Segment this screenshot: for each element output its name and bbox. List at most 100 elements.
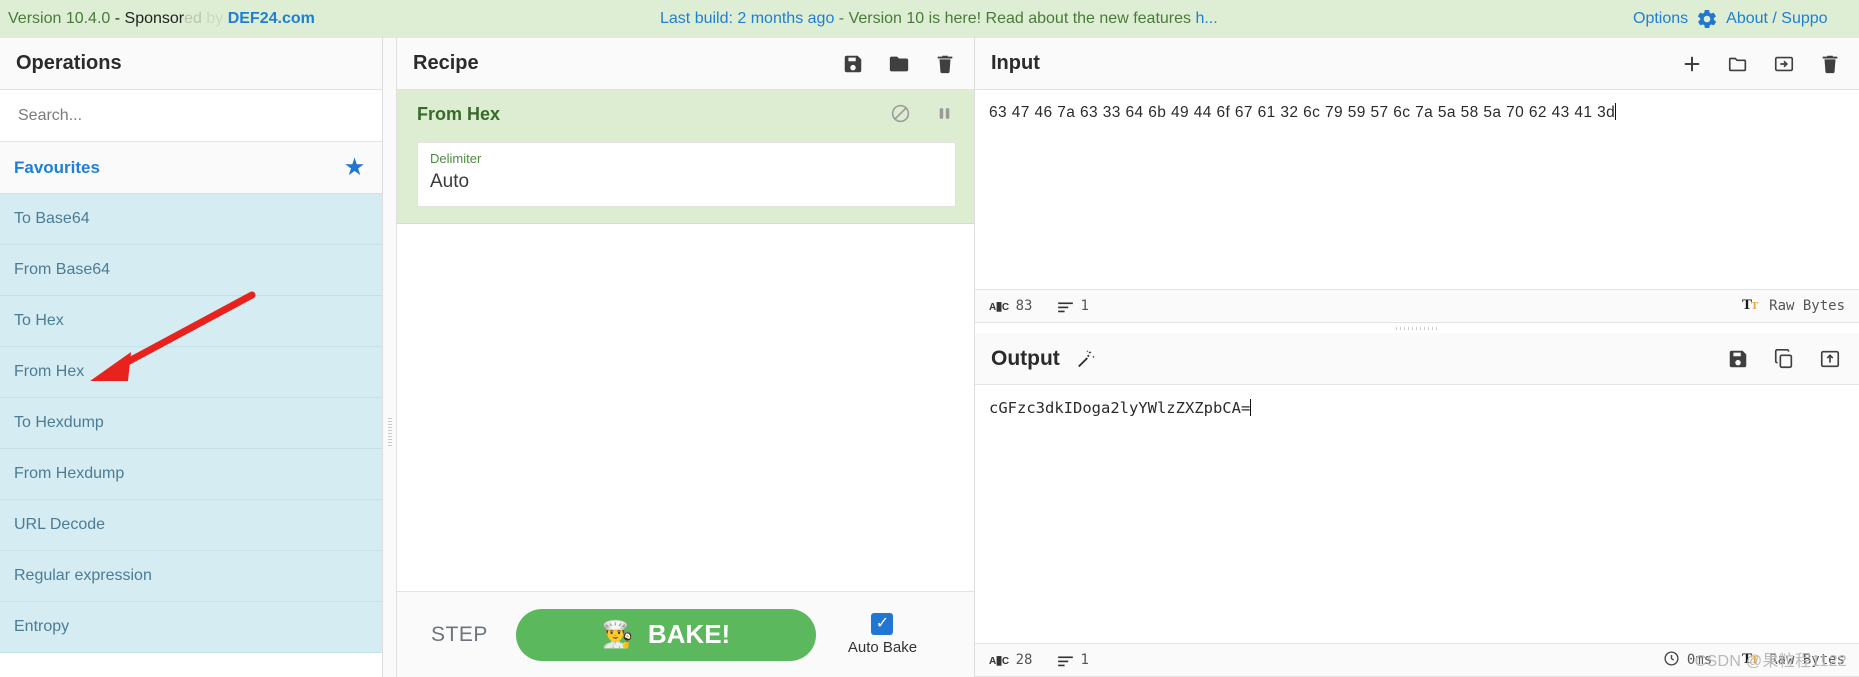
input-lines: 1 <box>1080 298 1089 314</box>
io-splitter-grip <box>1396 326 1438 330</box>
operations-search[interactable] <box>0 90 382 142</box>
recipe-operation-header: From Hex <box>397 90 974 138</box>
splitter-grip <box>387 418 392 446</box>
clear-recipe-icon[interactable] <box>934 53 956 75</box>
operation-item-from-hex[interactable]: From Hex <box>0 347 382 398</box>
star-icon[interactable]: ★ <box>345 155 364 180</box>
input-value: 63 47 46 7a 63 33 64 6b 49 44 6f 67 61 3… <box>989 104 1616 121</box>
bake-controls: STEP 👨‍🍳 BAKE! ✓ Auto Bake <box>397 591 974 677</box>
ingredient-label: Delimiter <box>430 151 482 166</box>
operation-item-url-decode[interactable]: URL Decode <box>0 500 382 551</box>
io-panel: Input 63 47 46 7a 63 33 64 6b 49 44 6f 6… <box>975 38 1859 677</box>
ingredient-value[interactable]: Auto <box>430 168 943 197</box>
operation-item-regular-expression[interactable]: Regular expression <box>0 551 382 602</box>
operation-item-from-hexdump[interactable]: From Hexdump <box>0 449 382 500</box>
add-input-tab-icon[interactable] <box>1681 53 1703 75</box>
version-label: Version 10.4.0 <box>8 10 111 27</box>
output-value: cGFzc3dkIDoga2lyYWlzZXZpbCA= <box>989 399 1251 417</box>
last-build-link[interactable]: Last build: 2 months ago <box>660 10 834 27</box>
operation-label: To Hexdump <box>14 414 104 431</box>
bake-button[interactable]: 👨‍🍳 BAKE! <box>515 608 816 661</box>
auto-bake-control[interactable]: ✓ Auto Bake <box>834 613 917 656</box>
io-splitter[interactable] <box>975 323 1859 333</box>
news-middle-text: - Version 10 is here! Read about the new… <box>834 10 1196 27</box>
save-output-icon[interactable] <box>1727 348 1749 370</box>
sponsor-link[interactable]: DEF24.com <box>228 10 315 27</box>
bake-label: BAKE! <box>647 619 731 649</box>
favourites-label: Favourites <box>14 157 100 177</box>
input-lines-group: 1 <box>1058 298 1089 314</box>
chef-icon: 👨‍🍳 <box>601 619 634 649</box>
copy-output-icon[interactable] <box>1773 348 1795 370</box>
output-lines: 1 <box>1080 652 1089 668</box>
top-banner: Version 10.4.0 - Sponsored by DEF24.com … <box>0 0 1859 38</box>
sponsored-text-c: by <box>201 10 228 27</box>
search-input[interactable] <box>16 105 366 126</box>
recipe-toolbar <box>842 53 956 75</box>
save-recipe-icon[interactable] <box>842 53 864 75</box>
recipe-splitter[interactable] <box>383 38 397 677</box>
sponsor-dash: - <box>110 10 125 27</box>
input-status-bar: A▮C 83 1 TT Raw Bytes <box>975 289 1859 323</box>
watermark: CSDN @果粒程1122 <box>1694 653 1847 670</box>
gear-icon[interactable] <box>1696 8 1718 30</box>
open-folder-icon[interactable] <box>1727 53 1749 75</box>
recipe-panel: Recipe From Hex <box>397 38 975 677</box>
ingredient-delimiter[interactable]: Delimiter Auto <box>417 142 956 207</box>
input-encoding-group[interactable]: TT Raw Bytes <box>1742 296 1845 316</box>
operation-item-from-base64[interactable]: From Base64 <box>0 245 382 296</box>
lines-icon <box>1058 655 1074 666</box>
font-icon: TT <box>1742 296 1762 316</box>
operation-label: From Hexdump <box>14 465 125 482</box>
operation-item-to-hexdump[interactable]: To Hexdump <box>0 398 382 449</box>
sponsored-text-a: Sponsor <box>124 10 185 27</box>
operation-label: To Base64 <box>14 210 90 227</box>
output-header: Output <box>975 333 1859 385</box>
auto-bake-checkbox[interactable]: ✓ <box>871 613 894 635</box>
operation-label: From Base64 <box>14 261 111 278</box>
about-support-button[interactable]: About / Suppo <box>1726 10 1827 28</box>
favourites-header[interactable]: Favourites ★ <box>0 142 382 194</box>
recipe-header: Recipe <box>397 38 974 90</box>
banner-version-sponsor: Version 10.4.0 - Sponsored by DEF24.com <box>8 10 315 28</box>
operation-item-to-hex[interactable]: To Hex <box>0 296 382 347</box>
output-lines-group: 1 <box>1058 652 1089 668</box>
operations-title: Operations <box>0 38 382 90</box>
clock-icon <box>1663 650 1680 671</box>
output-textarea[interactable]: cGFzc3dkIDoga2lyYWlzZXZpbCA= <box>975 385 1859 643</box>
clear-io-icon[interactable] <box>1819 53 1841 75</box>
disable-icon[interactable] <box>890 103 912 125</box>
operations-list: To Base64 From Base64 To Hex From Hex To… <box>0 194 382 677</box>
pause-icon[interactable] <box>934 103 956 125</box>
operation-label: URL Decode <box>14 516 106 533</box>
news-more-link[interactable]: h... <box>1195 10 1217 27</box>
svg-text:T: T <box>1751 300 1759 312</box>
replace-input-icon[interactable] <box>1819 348 1841 370</box>
output-length-group: A▮C 28 <box>989 652 1032 668</box>
options-button[interactable]: Options <box>1633 10 1688 28</box>
operation-item-entropy[interactable]: Entropy <box>0 602 382 653</box>
abc-icon: A▮C <box>989 653 1009 667</box>
input-toolbar <box>1681 53 1841 75</box>
recipe-operation-controls <box>890 103 956 125</box>
recipe-operation-from-hex[interactable]: From Hex Delimiter Auto <box>397 90 974 224</box>
load-recipe-icon[interactable] <box>888 53 910 75</box>
output-toolbar <box>1727 348 1841 370</box>
input-header: Input <box>975 38 1859 90</box>
recipe-title: Recipe <box>413 52 479 74</box>
cyberchef-app: Version 10.4.0 - Sponsored by DEF24.com … <box>0 0 1859 677</box>
open-folder-out-icon[interactable] <box>1773 53 1795 75</box>
recipe-operations-list: From Hex Delimiter Auto <box>397 90 974 591</box>
step-button[interactable]: STEP <box>421 617 498 653</box>
input-encoding: Raw Bytes <box>1769 298 1845 314</box>
magic-wand-icon[interactable] <box>1074 348 1096 370</box>
output-length: 28 <box>1015 652 1033 668</box>
operation-item-to-base64[interactable]: To Base64 <box>0 194 382 245</box>
input-textarea[interactable]: 63 47 46 7a 63 33 64 6b 49 44 6f 67 61 3… <box>975 90 1859 289</box>
abc-icon: A▮C <box>989 299 1009 313</box>
banner-news: Last build: 2 months ago - Version 10 is… <box>660 10 1218 28</box>
operation-label: From Hex <box>14 363 85 380</box>
input-length-group: A▮C 83 <box>989 298 1032 314</box>
auto-bake-label: Auto Bake <box>847 639 918 656</box>
input-panel: Input 63 47 46 7a 63 33 64 6b 49 44 6f 6… <box>975 38 1859 323</box>
